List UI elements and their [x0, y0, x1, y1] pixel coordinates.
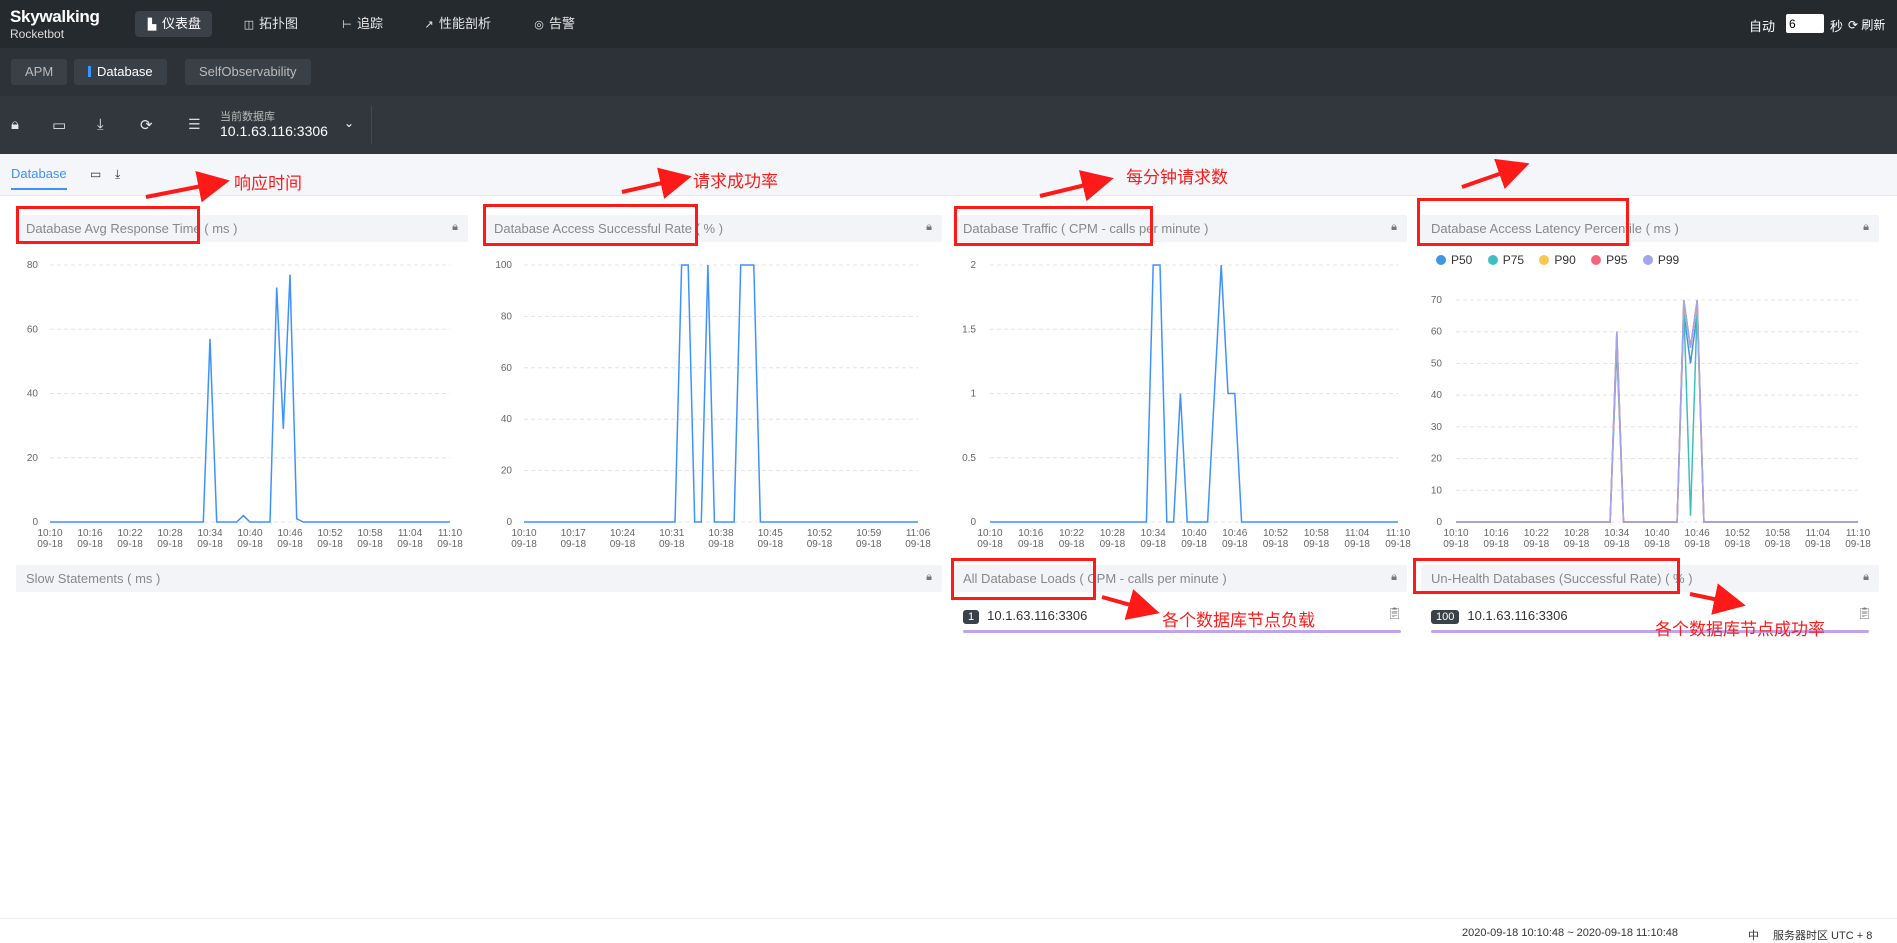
annotation-box — [483, 204, 698, 246]
success-badge: 100 — [1431, 610, 1460, 624]
timezone[interactable]: 服务器时区 UTC + 8 — [1773, 927, 1872, 943]
lock-icon[interactable]: 🔒︎ — [1391, 571, 1397, 584]
y-tick-label: 50 — [1431, 358, 1443, 369]
series-line-p90 — [1456, 303, 1858, 523]
x-tick-date: 09-18 — [1805, 539, 1831, 550]
x-tick-label: 10:28 — [1564, 528, 1589, 539]
x-tick-label: 11:04 — [1806, 528, 1831, 539]
clipboard-icon[interactable]: 📋︎ — [1857, 606, 1872, 620]
annotation-response: 响应时间 — [234, 174, 302, 193]
y-tick-label: 10 — [1431, 485, 1443, 496]
x-tick-label: 10:22 — [1524, 528, 1549, 539]
lock-icon[interactable]: 🔒︎ — [1863, 571, 1869, 584]
annotation-success: 请求成功率 — [693, 172, 778, 191]
x-tick-label: 10:52 — [1725, 528, 1750, 539]
x-tick-date: 09-18 — [1524, 539, 1550, 550]
x-tick-label: 10:40 — [1644, 528, 1669, 539]
panel-title: Slow Statements ( ms ) — [26, 571, 161, 586]
x-tick-date: 09-18 — [1604, 539, 1630, 550]
x-tick-date: 09-18 — [1644, 539, 1670, 550]
series-line-p95 — [1456, 299, 1858, 523]
annotation-box — [1417, 198, 1629, 246]
series-line-p75 — [1456, 306, 1858, 523]
y-tick-label: 30 — [1431, 422, 1443, 433]
y-tick-label: 40 — [1431, 390, 1443, 401]
x-tick-date: 09-18 — [1564, 539, 1590, 550]
x-tick-date: 09-18 — [1443, 539, 1469, 550]
x-tick-date: 09-18 — [1845, 539, 1871, 550]
x-tick-label: 10:10 — [1443, 528, 1468, 539]
annotation-box — [16, 206, 200, 244]
language-switch[interactable]: 中 — [1748, 927, 1759, 943]
annotation-loads: 各个数据库节点负载 — [1162, 611, 1315, 630]
time-range[interactable]: 2020-09-18 10:10:48 ~ 2020-09-18 11:10:4… — [1462, 927, 1678, 939]
annotation-box — [954, 206, 1153, 246]
x-tick-label: 10:34 — [1604, 528, 1629, 539]
annotation-cpm: 每分钟请求数 — [1126, 168, 1228, 187]
footer: 2020-09-18 10:10:48 ~ 2020-09-18 11:10:4… — [0, 918, 1897, 942]
y-tick-label: 20 — [1431, 454, 1443, 465]
list-item[interactable]: 100 10.1.63.116:3306 — [1431, 608, 1568, 624]
y-tick-label: 60 — [1431, 327, 1443, 338]
x-tick-label: 11:10 — [1846, 528, 1871, 539]
y-tick-label: 0 — [1436, 517, 1442, 528]
load-badge: 1 — [963, 610, 980, 624]
y-tick-label: 70 — [1431, 295, 1443, 306]
x-tick-date: 09-18 — [1684, 539, 1710, 550]
series-line-p50 — [1456, 312, 1858, 523]
x-tick-date: 09-18 — [1725, 539, 1751, 550]
lock-icon[interactable]: 🔒︎ — [926, 571, 932, 584]
x-tick-label: 10:16 — [1484, 528, 1509, 539]
list-item[interactable]: 1 10.1.63.116:3306 — [963, 608, 1087, 624]
x-tick-date: 09-18 — [1765, 539, 1791, 550]
series-line-p99 — [1456, 299, 1858, 523]
clipboard-icon[interactable]: 📋︎ — [1387, 606, 1402, 620]
latency-chart: 01020304050607010:1009-1810:1609-1810:22… — [1431, 295, 1871, 550]
x-tick-date: 09-18 — [1483, 539, 1509, 550]
annotation-unhealth: 各个数据库节点成功率 — [1655, 620, 1825, 639]
database-name: 10.1.63.116:3306 — [1467, 608, 1568, 623]
database-name: 10.1.63.116:3306 — [987, 608, 1088, 623]
annotation-box — [1413, 558, 1680, 594]
x-tick-label: 10:46 — [1685, 528, 1710, 539]
x-tick-label: 10:58 — [1765, 528, 1790, 539]
annotation-box — [951, 558, 1096, 600]
panel-slow-statements: Slow Statements ( ms ) 🔒︎ — [16, 565, 942, 592]
